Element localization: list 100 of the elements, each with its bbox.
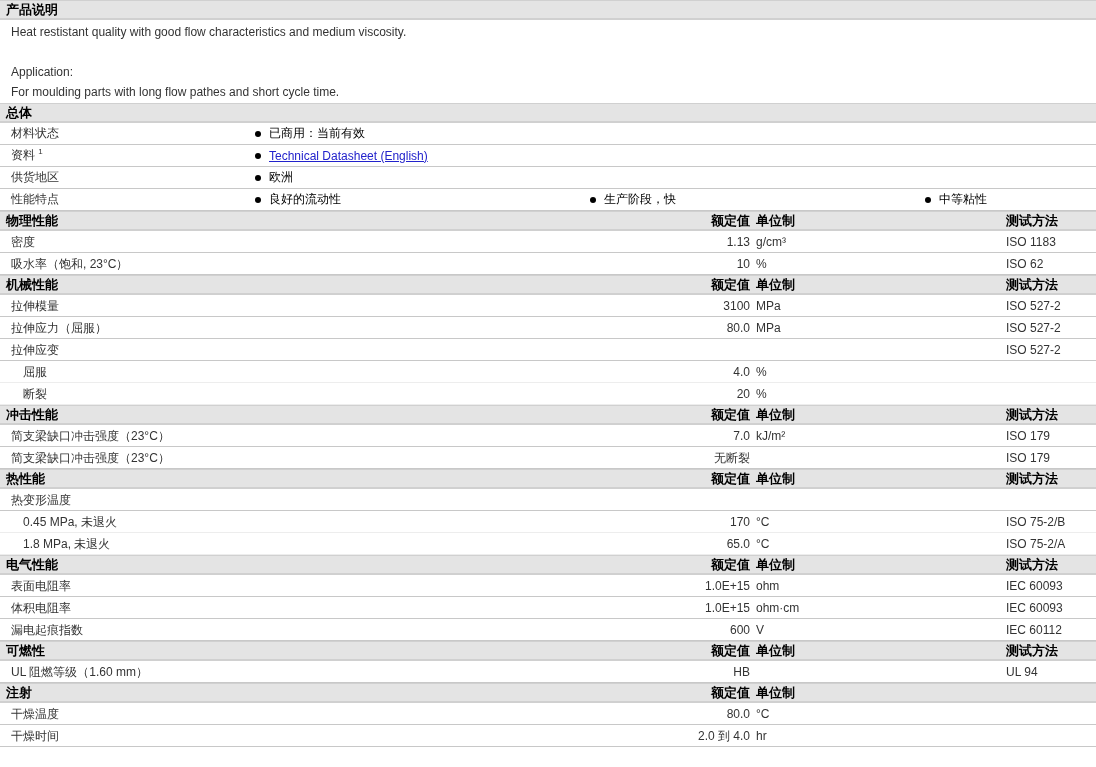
test-method: ISO 527-2 <box>1006 342 1062 357</box>
section-title: 电气性能 <box>5 556 59 573</box>
property-unit: % <box>755 386 768 401</box>
property-value: 生产阶段，快 <box>604 191 676 208</box>
property-label: 吸水率（饱和, 23°C） <box>10 256 130 271</box>
section-title: 机械性能 <box>4 276 59 293</box>
column-heading: 测试方法 <box>1006 556 1059 573</box>
test-method: ISO 1183 <box>1006 234 1057 249</box>
column-heading: 额定值 <box>710 212 750 229</box>
property-value: 欧洲 <box>269 169 293 186</box>
property-label: 供货地区 <box>10 169 60 186</box>
section-title: 冲击性能 <box>5 406 59 423</box>
property-label: 体积电阻率 <box>10 600 72 615</box>
property-value: 1.0E+15 <box>703 600 750 615</box>
property-value: 1.13 <box>725 234 750 249</box>
property-label: 简支梁缺口冲击强度（23°C） <box>10 450 171 465</box>
property-label: 拉伸应力（屈服） <box>10 320 108 335</box>
column-heading: 测试方法 <box>1006 406 1059 423</box>
bullet-icon <box>590 196 596 203</box>
property-unit: g/cm³ <box>755 234 787 249</box>
property-value: 4.0 <box>732 364 750 379</box>
property-label: 拉伸应变 <box>10 342 60 357</box>
column-heading: 单位制 <box>755 470 796 487</box>
property-unit: MPa <box>755 320 782 335</box>
property-value: 20 <box>735 386 750 401</box>
column-heading: 单位制 <box>755 212 796 229</box>
test-method: ISO 75-2/A <box>1006 536 1067 551</box>
property-label: 0.45 MPa, 未退火 <box>22 514 119 529</box>
test-method: UL 94 <box>1006 664 1039 679</box>
column-heading: 测试方法 <box>1006 642 1059 659</box>
test-method: ISO 527-2 <box>1006 298 1062 313</box>
section-title: 总体 <box>4 104 33 121</box>
property-unit: % <box>755 256 768 271</box>
column-heading: 单位制 <box>755 406 796 423</box>
bullet-icon <box>255 130 261 137</box>
property-label: 1.8 MPa, 未退火 <box>22 536 112 551</box>
section-title: 物理性能 <box>5 212 59 229</box>
column-heading: 单位制 <box>755 276 796 293</box>
property-label: 断裂 <box>22 386 48 401</box>
bullet-icon <box>255 174 261 181</box>
bullet-icon <box>255 196 261 203</box>
property-label: 资料 $^{1}$ <box>10 147 44 164</box>
property-value: 10 <box>735 256 750 271</box>
property-unit: ohm <box>755 578 781 593</box>
bullet-icon <box>255 152 261 159</box>
section-title: 注射 <box>5 684 33 701</box>
column-heading: 测试方法 <box>1006 276 1059 293</box>
column-heading: 额定值 <box>710 470 750 487</box>
property-unit: °C <box>755 536 771 551</box>
property-value: 1.0E+15 <box>703 578 750 593</box>
column-heading: 单位制 <box>755 684 796 701</box>
column-heading: 测试方法 <box>1006 470 1059 487</box>
column-heading: 单位制 <box>755 642 796 659</box>
section-title: 热性能 <box>5 470 46 487</box>
test-method: IEC 60112 <box>1006 622 1063 637</box>
column-heading: 额定值 <box>710 276 750 293</box>
property-unit: MPa <box>755 298 782 313</box>
property-label: UL 阻燃等级（1.60 mm） <box>10 664 149 679</box>
bullet-icon <box>925 196 931 203</box>
property-unit: hr <box>755 728 768 743</box>
property-unit: V <box>755 622 765 637</box>
property-label: 密度 <box>10 234 36 249</box>
column-heading: 测试方法 <box>1006 212 1059 229</box>
description-text: Application: <box>11 64 75 81</box>
property-value: 65.0 <box>725 536 750 551</box>
property-value: 中等粘性 <box>939 191 987 208</box>
property-unit: kJ/m² <box>755 428 787 443</box>
property-unit: °C <box>755 514 771 529</box>
property-value: 600 <box>728 622 750 637</box>
property-value: 170 <box>728 514 750 529</box>
description-text: Heat restistant quality with good flow characteristics and medium viscosity. <box>11 24 408 41</box>
property-label: 干燥时间 <box>10 728 60 743</box>
property-label: 简支梁缺口冲击强度（23°C） <box>10 428 171 443</box>
column-heading: 额定值 <box>710 684 750 701</box>
property-value: 3100 <box>722 298 750 313</box>
test-method: ISO 75-2/B <box>1006 514 1067 529</box>
property-unit: % <box>755 364 768 379</box>
property-value: HB <box>732 664 750 679</box>
property-value: 2.0 到 4.0 <box>696 728 750 743</box>
description-text: For moulding parts with long flow pathes and short cycle time. <box>11 84 341 101</box>
property-label: 热变形温度 <box>10 492 72 507</box>
property-label: 拉伸模量 <box>10 298 60 313</box>
test-method: ISO 179 <box>1006 450 1052 465</box>
section-title: 可燃性 <box>5 642 46 659</box>
property-value: 良好的流动性 <box>269 191 341 208</box>
property-value: 无断裂 <box>713 450 750 465</box>
column-heading: 单位制 <box>755 556 796 573</box>
property-unit: °C <box>755 706 771 721</box>
section-title: 产品说明 <box>5 1 59 18</box>
test-method: ISO 62 <box>1006 256 1045 271</box>
datasheet-link[interactable]: Technical Datasheet (English) <box>269 148 428 163</box>
column-heading: 额定值 <box>710 406 750 423</box>
property-label: 漏电起痕指数 <box>10 622 84 637</box>
test-method: ISO 527-2 <box>1006 320 1062 335</box>
property-label: 表面电阻率 <box>10 578 72 593</box>
test-method: IEC 60093 <box>1006 600 1064 615</box>
property-unit: ohm·cm <box>755 600 801 615</box>
property-value: 已商用：当前有效 <box>269 125 365 142</box>
property-value: 7.0 <box>732 428 750 443</box>
property-label: 屈服 <box>22 364 48 379</box>
